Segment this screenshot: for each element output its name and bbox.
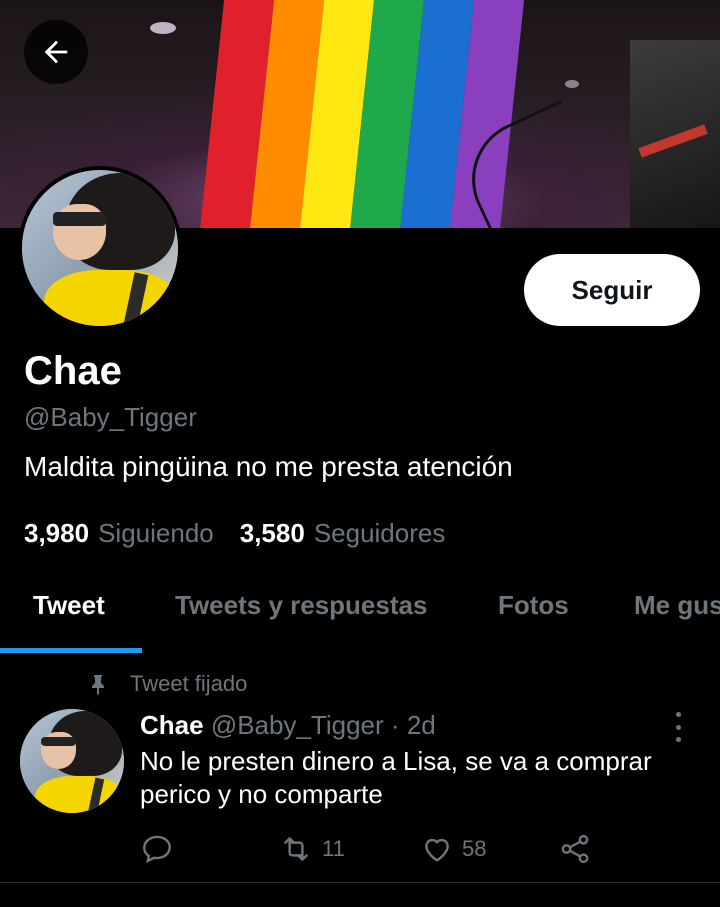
- banner-stage-light: [565, 80, 579, 88]
- display-name: Chae: [24, 349, 122, 393]
- more-dot-icon: [675, 737, 681, 742]
- retweet-icon: [284, 837, 308, 861]
- more-options-button[interactable]: [670, 712, 686, 742]
- retweet-count: 11: [322, 836, 345, 861]
- banner-stage-light: [150, 22, 176, 34]
- tweet-author-name[interactable]: Chae: [140, 710, 204, 740]
- share-icon: [561, 834, 589, 864]
- like-count: 58: [462, 836, 487, 861]
- tweet-time[interactable]: 2d: [407, 710, 436, 740]
- avatar-sunglasses: [40, 737, 77, 747]
- tweet-divider: [0, 882, 720, 883]
- banner-equipment: [630, 40, 720, 228]
- pinned-label: Tweet fijado: [130, 671, 248, 696]
- pin-icon: [92, 675, 104, 695]
- following-link[interactable]: 3,980 Siguiendo: [24, 518, 214, 549]
- tab-tweets-and-replies[interactable]: Tweets y respuestas: [175, 590, 427, 621]
- follow-button[interactable]: Seguir: [524, 254, 700, 326]
- following-count: 3,980: [24, 518, 90, 548]
- avatar-shirt: [34, 775, 124, 813]
- pinned-indicator: Tweet fijado: [86, 671, 247, 697]
- more-dot-icon: [675, 712, 681, 717]
- profile-avatar[interactable]: [18, 166, 182, 330]
- tweet-text: No le presten dinero a Lisa, se va a com…: [140, 746, 652, 809]
- retweet-button[interactable]: 11: [278, 832, 345, 866]
- active-tab-indicator: [0, 648, 142, 653]
- reply-icon: [143, 835, 171, 864]
- followers-link[interactable]: 3,580 Seguidores: [240, 518, 446, 549]
- tab-tweet[interactable]: Tweet: [33, 590, 105, 621]
- following-label: Siguiendo: [98, 518, 214, 548]
- followers-count: 3,580: [239, 518, 305, 548]
- user-handle: @Baby_Tigger: [24, 402, 197, 432]
- heart-icon: [425, 838, 449, 862]
- tab-likes[interactable]: Me gus: [634, 590, 720, 621]
- avatar-shirt: [43, 269, 178, 326]
- follow-stats: 3,980 Siguiendo 3,580 Seguidores: [24, 518, 445, 549]
- more-dot-icon: [675, 724, 681, 730]
- reply-button[interactable]: [140, 832, 182, 866]
- followers-label: Seguidores: [313, 518, 446, 548]
- avatar-sunglasses: [53, 212, 107, 227]
- tweet-header: Chae @Baby_Tigger · 2d: [140, 710, 436, 741]
- share-button[interactable]: [558, 832, 592, 866]
- back-button[interactable]: [24, 20, 88, 84]
- tweet-actions: 11 58: [140, 832, 610, 868]
- profile-tabs: Tweet Tweets y respuestas Fotos Me gus: [0, 568, 720, 654]
- like-button[interactable]: 58: [420, 832, 486, 866]
- tweet-author-handle[interactable]: @Baby_Tigger: [211, 710, 384, 740]
- tweet-author-avatar[interactable]: [20, 709, 124, 813]
- arrow-left-icon: [44, 40, 68, 64]
- profile-bio: Maldita pingüina no me presta atención: [24, 451, 513, 482]
- tweet-separator: ·: [390, 710, 400, 740]
- tab-photos[interactable]: Fotos: [498, 590, 569, 621]
